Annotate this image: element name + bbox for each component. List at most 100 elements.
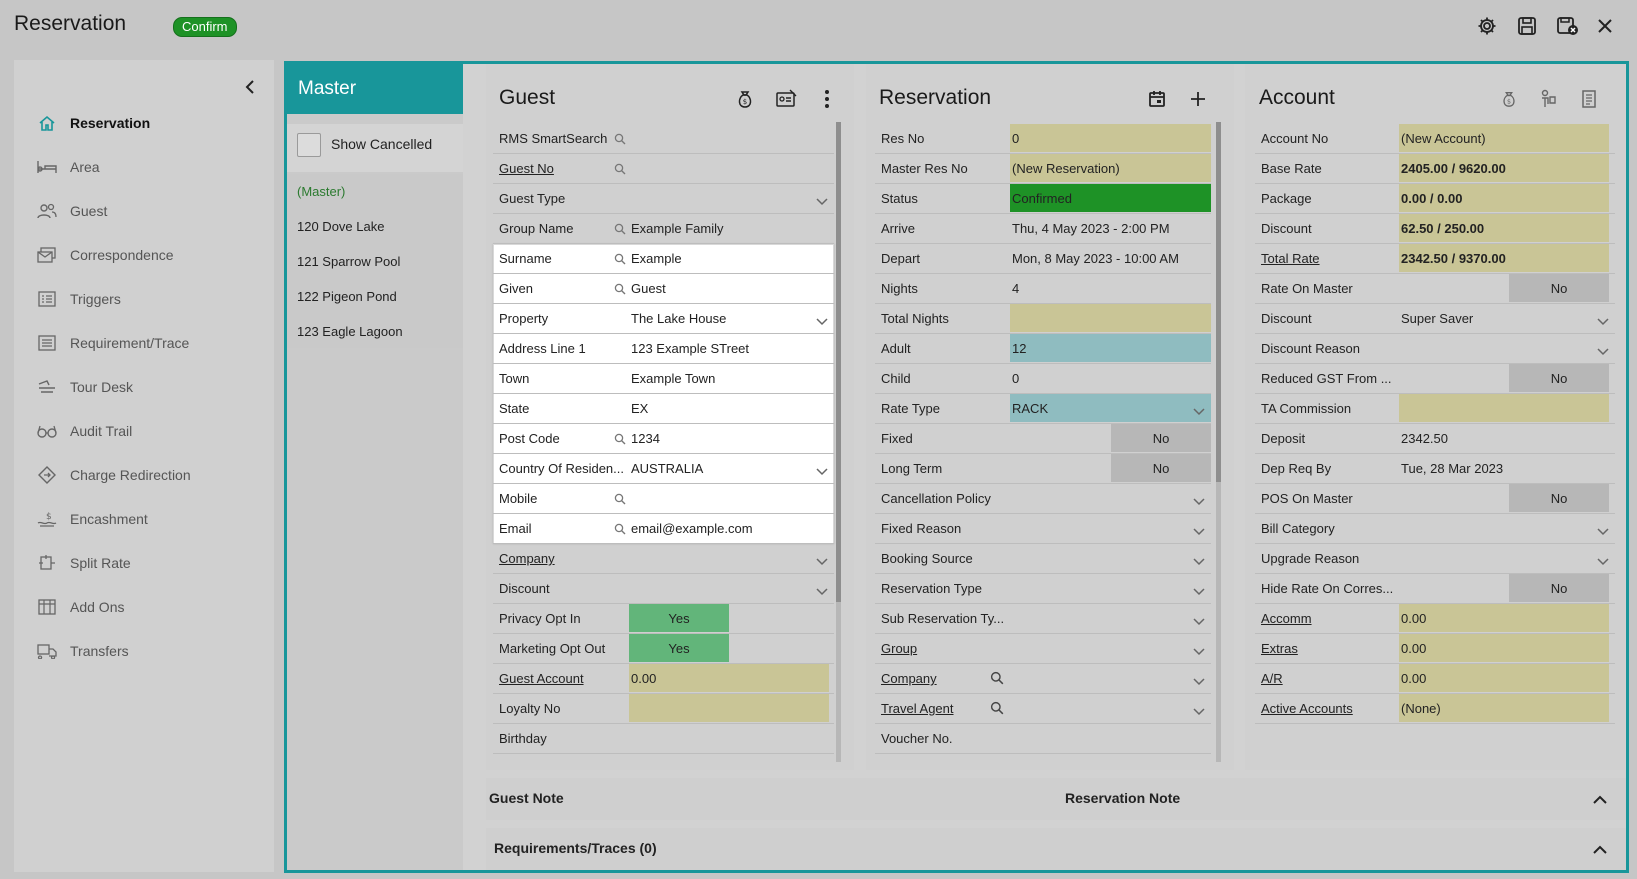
field-label[interactable]: Company	[881, 671, 937, 686]
account-row-ta-commission[interactable]: TA Commission	[1255, 394, 1615, 424]
chevron-down-icon[interactable]	[1597, 344, 1609, 356]
search-icon[interactable]	[614, 283, 626, 295]
sidebar-item-correspondence[interactable]: Correspondence	[36, 243, 174, 267]
master-list-item[interactable]: 120 Dove Lake	[297, 219, 384, 234]
account-row-total-rate[interactable]: Total Rate 2342.50 / 9370.00	[1255, 244, 1615, 274]
chevron-up-icon[interactable]	[1593, 842, 1607, 857]
person-pay-icon[interactable]	[1536, 87, 1560, 111]
account-row-rate-on-master[interactable]: Rate On Master No	[1255, 274, 1615, 304]
search-icon[interactable]	[614, 493, 626, 505]
reservation-scrollbar-thumb[interactable]	[1216, 122, 1221, 482]
guest-scrollbar-thumb[interactable]	[836, 122, 841, 602]
requirements-bar[interactable]	[486, 828, 1626, 870]
notes-bar[interactable]	[486, 778, 1626, 820]
field-label[interactable]: Extras	[1261, 641, 1298, 656]
chevron-down-icon[interactable]	[816, 314, 828, 326]
reservation-row-fixed[interactable]: Fixed No	[875, 424, 1211, 454]
guest-row-discount[interactable]: Discount	[493, 574, 834, 604]
show-cancelled-checkbox[interactable]	[297, 133, 321, 157]
field-label[interactable]: Total Rate	[1261, 251, 1320, 266]
search-icon[interactable]	[614, 133, 626, 145]
account-row-discount-reason[interactable]: Discount Reason	[1255, 334, 1615, 364]
sidebar-item-reservation[interactable]: Reservation	[36, 111, 150, 135]
reservation-row-res-no[interactable]: Res No 0	[875, 124, 1211, 154]
sidebar-item-split-rate[interactable]: Split Rate	[36, 551, 131, 575]
guest-row-marketing-opt-out[interactable]: Marketing Opt Out Yes	[493, 634, 834, 664]
reservation-row-child[interactable]: Child 0	[875, 364, 1211, 394]
chevron-down-icon[interactable]	[1193, 554, 1205, 566]
guest-row-guest-type[interactable]: Guest Type	[493, 184, 834, 214]
account-row-base-rate[interactable]: Base Rate 2405.00 / 9620.00	[1255, 154, 1615, 184]
field-label[interactable]: Guest No	[499, 161, 554, 176]
guest-row-property[interactable]: Property The Lake House	[493, 304, 834, 334]
chevron-down-icon[interactable]	[1193, 704, 1205, 716]
guest-row-privacy-opt-in[interactable]: Privacy Opt In Yes	[493, 604, 834, 634]
reservation-row-arrive[interactable]: Arrive Thu, 4 May 2023 - 2:00 PM	[875, 214, 1211, 244]
chevron-down-icon[interactable]	[1597, 524, 1609, 536]
account-row-dep-req-by[interactable]: Dep Req By Tue, 28 Mar 2023	[1255, 454, 1615, 484]
reservation-row-fixed-reason[interactable]: Fixed Reason	[875, 514, 1211, 544]
guest-row-town[interactable]: Town Example Town	[493, 364, 834, 394]
chevron-down-icon[interactable]	[1193, 644, 1205, 656]
close-icon[interactable]	[1593, 14, 1617, 38]
search-icon[interactable]	[614, 163, 626, 175]
chevron-down-icon[interactable]	[1597, 554, 1609, 566]
search-icon[interactable]	[614, 433, 626, 445]
account-row-discount[interactable]: Discount 62.50 / 250.00	[1255, 214, 1615, 244]
guest-row-loyalty-no[interactable]: Loyalty No	[493, 694, 834, 724]
sidebar-item-requirement-trace[interactable]: Requirement/Trace	[36, 331, 189, 355]
guest-row-email[interactable]: Email email@example.com	[493, 514, 834, 544]
master-list-item[interactable]: 123 Eagle Lagoon	[297, 324, 403, 339]
sidebar-item-triggers[interactable]: Triggers	[36, 287, 121, 311]
account-row-hide-rate-on-corres[interactable]: Hide Rate On Corres... No	[1255, 574, 1615, 604]
account-row-a-r[interactable]: A/R 0.00	[1255, 664, 1615, 694]
reservation-row-company[interactable]: Company	[875, 664, 1211, 694]
reservation-row-total-nights[interactable]: Total Nights	[875, 304, 1211, 334]
sidebar-item-tour-desk[interactable]: Tour Desk	[36, 375, 133, 399]
field-label[interactable]: Accomm	[1261, 611, 1312, 626]
chevron-down-icon[interactable]	[1597, 314, 1609, 326]
reservation-row-reservation-type[interactable]: Reservation Type	[875, 574, 1211, 604]
reservation-row-group[interactable]: Group	[875, 634, 1211, 664]
field-label[interactable]: Guest Account	[499, 671, 584, 686]
account-row-reduced-gst-from[interactable]: Reduced GST From ... No	[1255, 364, 1615, 394]
chevron-down-icon[interactable]	[1193, 524, 1205, 536]
guest-row-guest-account[interactable]: Guest Account 0.00	[493, 664, 834, 694]
guest-row-company[interactable]: Company	[493, 544, 834, 574]
chevron-up-icon[interactable]	[1593, 792, 1607, 807]
guest-row-birthday[interactable]: Birthday	[493, 724, 834, 754]
master-list-item[interactable]: (Master)	[297, 184, 345, 199]
reservation-row-voucher-no[interactable]: Voucher No.	[875, 724, 1211, 754]
sidebar-item-charge-redirection[interactable]: Charge Redirection	[36, 463, 191, 487]
guest-row-guest-no[interactable]: Guest No	[493, 154, 834, 184]
account-row-package[interactable]: Package 0.00 / 0.00	[1255, 184, 1615, 214]
reservation-row-sub-reservation-ty[interactable]: Sub Reservation Ty...	[875, 604, 1211, 634]
chevron-down-icon[interactable]	[816, 194, 828, 206]
chevron-down-icon[interactable]	[1193, 404, 1205, 416]
reservation-row-master-res-no[interactable]: Master Res No (New Reservation)	[875, 154, 1211, 184]
account-row-accomm[interactable]: Accomm 0.00	[1255, 604, 1615, 634]
receipt-icon[interactable]	[1577, 87, 1601, 111]
search-icon[interactable]	[990, 701, 1004, 715]
chevron-down-icon[interactable]	[1193, 494, 1205, 506]
search-icon[interactable]	[990, 671, 1004, 685]
field-label[interactable]: Group	[881, 641, 917, 656]
more-vertical-icon[interactable]	[815, 87, 839, 111]
master-list-item[interactable]: 121 Sparrow Pool	[297, 254, 400, 269]
chevron-down-icon[interactable]	[816, 554, 828, 566]
reservation-row-cancellation-policy[interactable]: Cancellation Policy	[875, 484, 1211, 514]
calendar-icon[interactable]	[1145, 87, 1169, 111]
account-row-extras[interactable]: Extras 0.00	[1255, 634, 1615, 664]
search-icon[interactable]	[614, 523, 626, 535]
reservation-row-rate-type[interactable]: Rate Type RACK	[875, 394, 1211, 424]
account-row-deposit[interactable]: Deposit 2342.50	[1255, 424, 1615, 454]
chevron-down-icon[interactable]	[1193, 674, 1205, 686]
account-row-pos-on-master[interactable]: POS On Master No	[1255, 484, 1615, 514]
reservation-row-adult[interactable]: Adult 12	[875, 334, 1211, 364]
account-row-bill-category[interactable]: Bill Category	[1255, 514, 1615, 544]
reservation-row-status[interactable]: Status Confirmed	[875, 184, 1211, 214]
guest-row-state[interactable]: State EX	[493, 394, 834, 424]
search-icon[interactable]	[614, 253, 626, 265]
reservation-row-travel-agent[interactable]: Travel Agent	[875, 694, 1211, 724]
reservation-row-depart[interactable]: Depart Mon, 8 May 2023 - 10:00 AM	[875, 244, 1211, 274]
